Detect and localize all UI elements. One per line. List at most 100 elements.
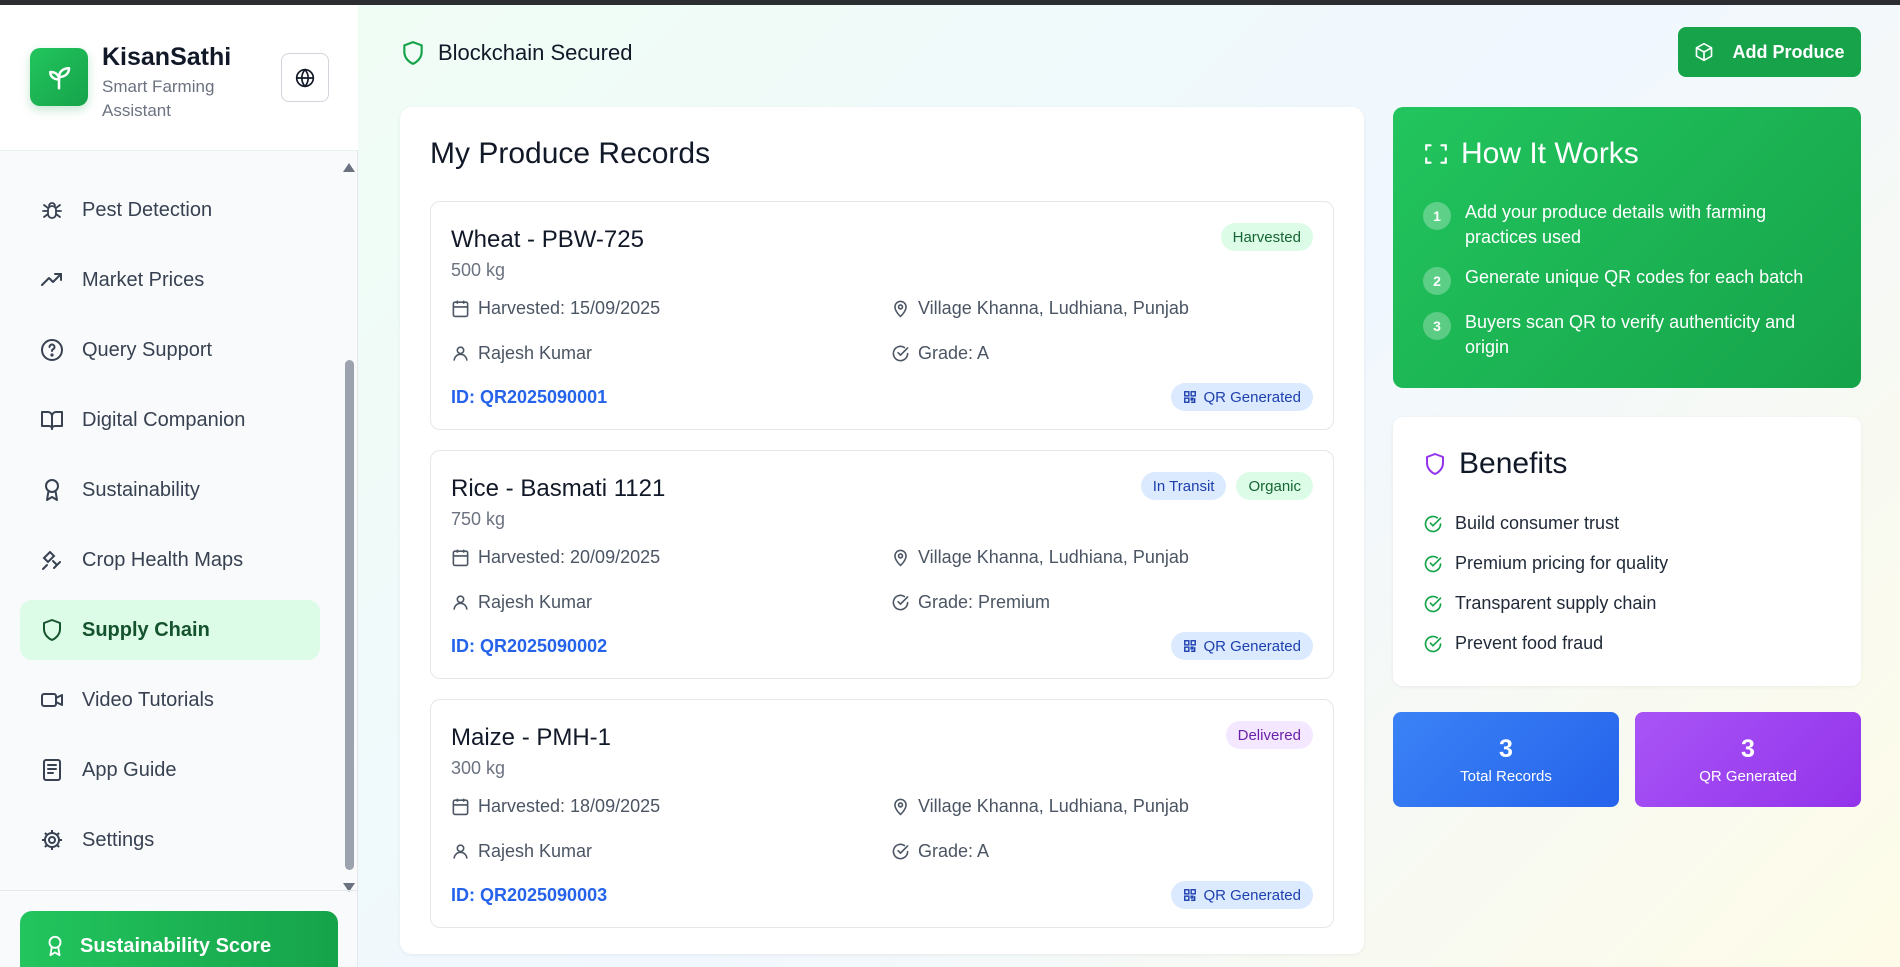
check-circle-icon — [1424, 595, 1442, 612]
app-title: KisanSathi — [102, 43, 232, 71]
qr-generated-badge[interactable]: QR Generated — [1171, 632, 1313, 660]
sidebar-item-digital-companion[interactable]: Digital Companion — [20, 390, 320, 450]
farm-location: Village Khanna, Ludhiana, Punjab — [891, 547, 1189, 568]
farm-location: Village Khanna, Ludhiana, Punjab — [891, 796, 1189, 817]
farm-location: Village Khanna, Ludhiana, Punjab — [891, 298, 1189, 319]
sidebar: KisanSathi Smart Farming Assistant Pest … — [0, 5, 358, 967]
scrollbar-thumb[interactable] — [345, 360, 354, 870]
record-id-link[interactable]: ID: QR2025090001 — [451, 387, 607, 408]
sidebar-item-label: Video Tutorials — [82, 688, 214, 711]
produce-quantity: 300 kg — [451, 758, 506, 778]
trending-up-icon — [41, 273, 62, 286]
how-it-works-card: How It Works 1 Add your produce details … — [1393, 107, 1861, 388]
status-badge: Delivered — [1225, 721, 1313, 749]
step-text: Generate unique QR codes for each batch — [1465, 267, 1804, 287]
harvest-date: Harvested: 15/09/2025 — [451, 298, 660, 319]
gear-icon — [42, 830, 62, 850]
check-circle-icon — [1424, 515, 1442, 532]
sidebar-item-label: Pest Detection — [82, 198, 213, 221]
step-text: Buyers scan QR to verify authenticity an… — [1465, 312, 1796, 357]
produce-name: Maize - PMH-1 — [451, 724, 612, 751]
sidebar-item-label: Market Prices — [82, 268, 205, 291]
stat-value: 3 — [1499, 734, 1513, 763]
benefit-item: Transparent supply chain — [1423, 593, 1656, 614]
scroll-up-arrow-icon[interactable] — [343, 163, 355, 172]
how-step: 3 Buyers scan QR to verify authenticity … — [1423, 310, 1823, 360]
produce-record-card[interactable]: Rice - Basmati 1121 750 kg In Transit Or… — [430, 450, 1334, 679]
document-icon — [43, 759, 61, 781]
shield-icon — [403, 41, 423, 65]
sidebar-item-app-guide[interactable]: App Guide — [20, 740, 320, 800]
status-badges: In Transit Organic — [1140, 472, 1313, 500]
status-badges: Delivered — [1225, 721, 1313, 749]
how-it-works-title: How It Works — [1423, 137, 1639, 171]
harvest-date: Harvested: 20/09/2025 — [451, 547, 660, 568]
sidebar-item-label: Sustainability — [82, 478, 200, 501]
calendar-icon — [452, 549, 469, 567]
produce-grade: Grade: A — [891, 841, 989, 862]
produce-quantity: 750 kg — [451, 509, 506, 529]
sustainability-score-button[interactable]: Sustainability Score — [20, 911, 338, 967]
check-circle-icon — [892, 345, 909, 362]
check-circle-icon — [1424, 555, 1442, 572]
produce-grade: Grade: A — [891, 343, 989, 364]
video-icon — [41, 693, 63, 707]
produce-name: Rice - Basmati 1121 — [451, 475, 666, 502]
farmer-name: Rajesh Kumar — [451, 592, 592, 613]
benefits-card: Benefits Build consumer trust Premium pr… — [1393, 417, 1861, 686]
main-content: Blockchain Secured Add Produce My Produc… — [358, 5, 1900, 967]
sidebar-item-label: Query Support — [82, 338, 213, 361]
harvest-date: Harvested: 18/09/2025 — [451, 796, 660, 817]
record-id-link[interactable]: ID: QR2025090002 — [451, 636, 607, 657]
how-step: 2 Generate unique QR codes for each batc… — [1423, 265, 1823, 295]
sidebar-item-video-tutorials[interactable]: Video Tutorials — [20, 670, 320, 730]
sidebar-item-market-prices[interactable]: Market Prices — [20, 250, 320, 310]
benefits-title: Benefits — [1423, 447, 1567, 481]
step-number: 3 — [1423, 312, 1451, 340]
language-button[interactable] — [281, 53, 329, 102]
sidebar-scrollbar[interactable] — [341, 155, 357, 900]
add-produce-button[interactable]: Add Produce — [1678, 27, 1861, 77]
score-button-label: Sustainability Score — [80, 935, 272, 957]
qr-code-icon — [1184, 889, 1197, 901]
organic-badge: Organic — [1236, 472, 1313, 500]
sidebar-item-pest-detection[interactable]: Pest Detection — [20, 180, 320, 240]
stat-value: 3 — [1741, 734, 1755, 763]
stat-label: QR Generated — [1699, 767, 1797, 785]
sidebar-item-settings[interactable]: Settings — [20, 810, 320, 870]
sidebar-item-label: Supply Chain — [82, 618, 210, 641]
blockchain-secured-label: Blockchain Secured — [400, 39, 632, 67]
qr-generated-badge[interactable]: QR Generated — [1171, 881, 1313, 909]
check-circle-icon — [892, 594, 909, 611]
globe-icon — [295, 67, 315, 88]
secured-text: Blockchain Secured — [438, 40, 633, 65]
how-step: 1 Add your produce details with farming … — [1423, 200, 1823, 250]
calendar-icon — [452, 300, 469, 318]
bug-icon — [42, 202, 62, 219]
app-subtitle: Smart Farming Assistant — [102, 77, 215, 120]
award-icon — [45, 479, 59, 501]
qr-generated-badge[interactable]: QR Generated — [1171, 383, 1313, 411]
sidebar-divider — [0, 890, 358, 891]
farmer-name: Rajesh Kumar — [451, 841, 592, 862]
produce-record-card[interactable]: Wheat - PBW-725 500 kg Harvested Harvest… — [430, 201, 1334, 430]
record-id-link[interactable]: ID: QR2025090003 — [451, 885, 607, 906]
sidebar-item-query-support[interactable]: Query Support — [20, 320, 320, 380]
stat-label: Total Records — [1460, 767, 1552, 785]
produce-record-card[interactable]: Maize - PMH-1 300 kg Delivered Harvested… — [430, 699, 1334, 928]
shield-icon — [1426, 453, 1444, 475]
qr-code-icon — [1184, 391, 1197, 403]
status-badge: Harvested — [1220, 223, 1313, 251]
benefit-item: Prevent food fraud — [1423, 633, 1603, 654]
sidebar-item-supply-chain[interactable]: Supply Chain — [20, 600, 320, 660]
sidebar-item-label: Settings — [82, 828, 155, 851]
sidebar-item-crop-health-maps[interactable]: Crop Health Maps — [20, 530, 320, 590]
package-icon — [1696, 42, 1713, 62]
produce-grade: Grade: Premium — [891, 592, 1050, 613]
sidebar-item-sustainability[interactable]: Sustainability — [20, 460, 320, 520]
status-badges: Harvested — [1220, 223, 1313, 251]
award-icon — [48, 935, 62, 957]
sidebar-item-label: App Guide — [82, 758, 177, 781]
scan-icon — [1425, 144, 1447, 164]
check-circle-icon — [892, 843, 909, 860]
